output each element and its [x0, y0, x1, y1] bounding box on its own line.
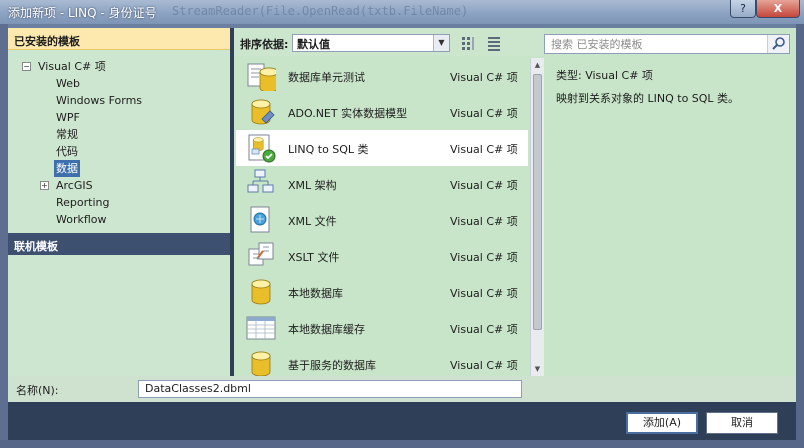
template-language: Visual C# 项 [450, 107, 518, 120]
scroll-down-icon[interactable]: ▼ [531, 362, 544, 376]
small-icons-view-icon[interactable] [460, 35, 476, 51]
template-name: XML 架构 [288, 179, 337, 192]
list-toolbar: 排序依据: 默认值 ▼ [234, 28, 544, 56]
dialog-client-area: 已安装的模板 − Visual C# 项 Web Windows Forms WPF 常规… [8, 28, 796, 440]
sort-dropdown[interactable]: 默认值 ▼ [292, 34, 450, 52]
template-name: 本地数据库 [288, 287, 343, 300]
template-item[interactable]: LINQ to SQL 类 Visual C# 项 [236, 130, 528, 166]
tree-item-label: 代码 [56, 145, 78, 158]
sort-dropdown-value: 默认值 [297, 38, 330, 51]
template-item[interactable]: 本地数据库缓存 Visual C# 项 [236, 310, 528, 346]
cancel-button[interactable]: 取消 [706, 412, 778, 434]
local-database-cache-icon [246, 313, 276, 343]
template-language: Visual C# 项 [450, 71, 518, 84]
tree-item-label: ArcGIS [56, 179, 93, 192]
template-item[interactable]: 基于服务的数据库 Visual C# 项 [236, 346, 528, 376]
button-bar: 添加(A) 取消 [8, 402, 796, 440]
template-language: Visual C# 项 [450, 143, 518, 156]
template-language: Visual C# 项 [450, 215, 518, 228]
template-language: Visual C# 项 [450, 251, 518, 264]
name-bar: 名称(N): DataClasses2.dbml [8, 376, 796, 402]
template-name: 基于服务的数据库 [288, 359, 376, 372]
chevron-down-icon[interactable]: ▼ [433, 35, 449, 51]
tree-item[interactable]: Reporting [8, 194, 230, 211]
template-details-panel: 类型: Visual C# 项 映射到关系对象的 LINQ to SQL 类。 [544, 28, 796, 376]
service-database-icon [246, 349, 276, 376]
close-button[interactable]: X [756, 0, 800, 18]
template-item[interactable]: XML 文件 Visual C# 项 [236, 202, 528, 238]
template-type: 类型: Visual C# 项 [556, 69, 653, 82]
tree-item-label: WPF [56, 111, 80, 124]
search-box[interactable] [544, 34, 790, 54]
window-border-bottom [0, 440, 804, 448]
tree-item[interactable]: Workflow [8, 211, 230, 228]
window-border-left [0, 24, 8, 440]
database-unit-test-icon [246, 61, 279, 93]
template-name: LINQ to SQL 类 [288, 143, 369, 156]
template-name: ADO.NET 实体数据模型 [288, 107, 408, 120]
online-templates-header[interactable]: 联机模板 [8, 233, 230, 255]
search-icon[interactable] [767, 35, 789, 53]
tree-item-label: Visual C# 项 [38, 60, 106, 73]
online-templates-area [8, 255, 230, 376]
template-language: Visual C# 项 [450, 179, 518, 192]
window-border-right [796, 24, 804, 448]
name-field[interactable]: DataClasses2.dbml [138, 380, 522, 398]
window-title: 添加新项 - LINQ - 身份证号 [8, 6, 157, 20]
template-item[interactable]: XML 架构 Visual C# 项 [236, 166, 528, 202]
tree-item-label: Windows Forms [56, 94, 143, 107]
search-input[interactable] [545, 35, 765, 53]
tree-item[interactable]: + ArcGIS [8, 177, 230, 194]
title-bar: StreamReader(File.OpenRead(txtb.FileName… [0, 0, 804, 24]
tree-item[interactable]: 常规 [8, 126, 230, 143]
help-button[interactable]: ? [730, 0, 756, 18]
tree-item-label: 常规 [56, 128, 78, 141]
add-button[interactable]: 添加(A) [626, 412, 698, 434]
collapse-icon[interactable]: − [22, 62, 31, 71]
name-label: 名称(N): [16, 384, 59, 397]
tree-item[interactable]: Windows Forms [8, 92, 230, 109]
template-item[interactable]: XSLT 文件 Visual C# 项 [236, 238, 528, 274]
entity-model-icon [246, 97, 276, 127]
template-language: Visual C# 项 [450, 323, 518, 336]
xslt-file-icon [246, 241, 276, 271]
installed-templates-header[interactable]: 已安装的模板 [8, 28, 230, 50]
xml-schema-icon [246, 169, 276, 199]
linq-to-sql-icon [246, 133, 276, 163]
template-name: XSLT 文件 [288, 251, 340, 264]
tree-item[interactable]: WPF [8, 109, 230, 126]
xml-file-icon [246, 205, 276, 235]
template-item[interactable]: ADO.NET 实体数据模型 Visual C# 项 [236, 94, 528, 130]
template-list: 数据库单元测试 Visual C# 项 ADO.NET 实体数据模型 Visual C… [236, 58, 528, 376]
template-list-scrollbar[interactable]: ▲ ▼ [530, 58, 544, 376]
sort-label: 排序依据: [240, 38, 289, 51]
template-name: 数据库单元测试 [288, 71, 365, 84]
tree-item[interactable]: Web [8, 75, 230, 92]
local-database-icon [246, 277, 276, 307]
template-categories-panel: 已安装的模板 − Visual C# 项 Web Windows Forms WPF 常规… [8, 28, 230, 376]
background-editor-text: StreamReader(File.OpenRead(txtb.FileName… [172, 4, 469, 18]
tree-item-label: Workflow [56, 213, 107, 226]
template-language: Visual C# 项 [450, 359, 518, 372]
tree-item-label: 数据 [54, 160, 80, 177]
template-item[interactable]: 本地数据库 Visual C# 项 [236, 274, 528, 310]
scroll-up-icon[interactable]: ▲ [531, 58, 544, 72]
expand-icon[interactable]: + [40, 181, 49, 190]
template-name: 本地数据库缓存 [288, 323, 365, 336]
list-view-icon[interactable] [486, 35, 502, 51]
tree-item-label: Reporting [56, 196, 110, 209]
template-description: 类型: Visual C# 项 映射到关系对象的 LINQ to SQL 类。 [556, 68, 788, 106]
tree-item-label: Web [56, 77, 80, 90]
template-item[interactable]: 数据库单元测试 Visual C# 项 [236, 58, 528, 94]
template-name: XML 文件 [288, 215, 337, 228]
tree-item[interactable]: 代码 [8, 143, 230, 160]
tree-item[interactable]: − Visual C# 项 [8, 58, 230, 75]
template-list-panel: 排序依据: 默认值 ▼ 数据库单元测试 Visual C# 项 ADO.NET 实体… [234, 28, 544, 376]
scrollbar-thumb[interactable] [533, 74, 542, 330]
template-language: Visual C# 项 [450, 287, 518, 300]
tree-item[interactable]: 数据 [8, 160, 230, 177]
template-description-text: 映射到关系对象的 LINQ to SQL 类。 [556, 92, 740, 105]
